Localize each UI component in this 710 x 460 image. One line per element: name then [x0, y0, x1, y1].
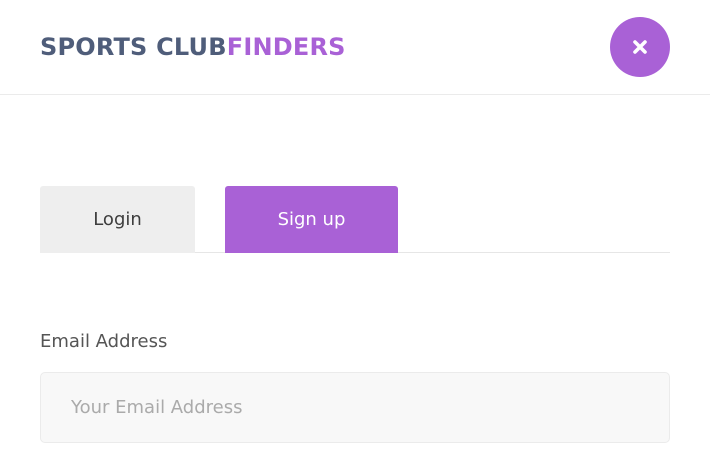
close-icon: [632, 39, 648, 55]
email-field[interactable]: [40, 372, 670, 443]
close-button[interactable]: [610, 17, 670, 77]
email-label: Email Address: [40, 331, 168, 352]
site-logo: SPORTS CLUBFINDERS: [40, 32, 346, 62]
modal-header: SPORTS CLUBFINDERS: [0, 0, 710, 95]
tab-signup[interactable]: Sign up: [225, 186, 398, 253]
tab-login[interactable]: Login: [40, 186, 195, 253]
logo-text-accent: FINDERS: [226, 33, 346, 61]
auth-tabs: Login Sign up: [40, 186, 670, 253]
logo-text-primary: SPORTS CLUB: [40, 33, 227, 61]
